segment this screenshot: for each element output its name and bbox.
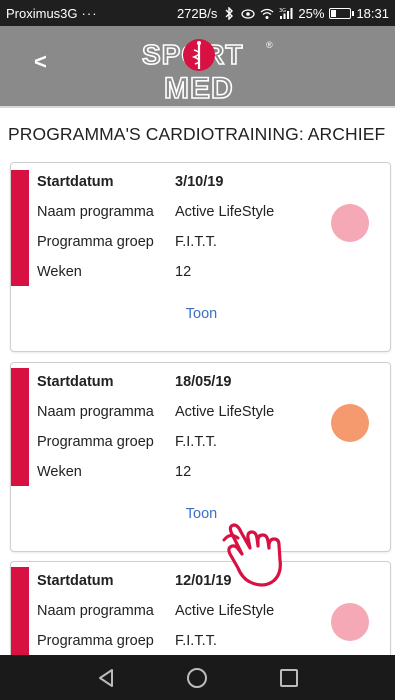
svg-text:MED: MED <box>164 72 234 102</box>
program-group-value: F.I.T.T. <box>175 434 217 450</box>
notification-dots: ··· <box>81 5 98 21</box>
program-group-label: Programma groep <box>37 434 154 450</box>
program-group-value: F.I.T.T. <box>175 633 217 649</box>
program-name-value: Active LifeStyle <box>175 404 275 420</box>
weeks-value: 12 <box>175 264 192 280</box>
startdatum-value: 3/10/19 <box>175 174 224 190</box>
status-dot <box>331 404 369 442</box>
startdatum-label: Startdatum <box>37 174 114 190</box>
svg-text:®: ® <box>266 40 273 50</box>
program-group-value: F.I.T.T. <box>175 234 217 250</box>
bluetooth-icon <box>225 6 234 20</box>
network-speed: 272B/s <box>176 5 218 21</box>
program-card: Startdatum 3/10/19 Naam programma Active… <box>10 162 391 352</box>
card-accent-stripe <box>11 170 29 286</box>
weeks-label: Weken <box>37 464 82 480</box>
triangle-back-icon <box>98 668 113 687</box>
signal-icon: 3G <box>279 7 293 19</box>
weeks-value: 12 <box>175 464 192 480</box>
battery-icon <box>329 7 355 19</box>
clock: 18:31 <box>356 5 389 21</box>
nav-back-button[interactable] <box>88 660 124 696</box>
toon-link[interactable]: Toon <box>11 506 392 522</box>
program-name-value: Active LifeStyle <box>175 603 275 619</box>
tap-hand-icon <box>222 523 282 587</box>
eye-comfort-icon <box>241 8 256 19</box>
system-nav-bar <box>0 655 395 700</box>
startdatum-label: Startdatum <box>37 573 114 589</box>
startdatum-value: 18/05/19 <box>175 374 232 390</box>
program-group-label: Programma groep <box>37 234 154 250</box>
app-header: < SPORT MED ® <box>0 26 395 108</box>
page-title: PROGRAMMA'S CARDIOTRAINING: ARCHIEF <box>8 124 386 144</box>
battery-percent: 25% <box>298 5 325 21</box>
status-bar: Proximus3G ··· 272B/s 3G 25% 18:31 <box>0 0 395 26</box>
program-name-label: Naam programma <box>37 603 154 619</box>
sportmed-logo: SPORT MED ® <box>141 38 273 102</box>
toon-link[interactable]: Toon <box>11 306 392 322</box>
square-recents-icon <box>280 668 299 687</box>
carrier-name: Proximus3G <box>6 5 78 21</box>
circle-home-icon <box>187 667 208 688</box>
card-accent-stripe <box>11 368 29 486</box>
wifi-icon <box>261 8 274 19</box>
nav-home-button[interactable] <box>179 660 215 696</box>
nav-recents-button[interactable] <box>271 660 307 696</box>
program-name-label: Naam programma <box>37 404 154 420</box>
signal-tag: 3G <box>279 8 286 14</box>
program-card: Startdatum 18/05/19 Naam programma Activ… <box>10 362 391 552</box>
program-group-label: Programma groep <box>37 633 154 649</box>
status-dot <box>331 603 369 641</box>
program-name-label: Naam programma <box>37 204 154 220</box>
weeks-label: Weken <box>37 264 82 280</box>
program-name-value: Active LifeStyle <box>175 204 275 220</box>
status-dot <box>331 204 369 242</box>
back-button[interactable]: < <box>34 48 56 76</box>
startdatum-label: Startdatum <box>37 374 114 390</box>
